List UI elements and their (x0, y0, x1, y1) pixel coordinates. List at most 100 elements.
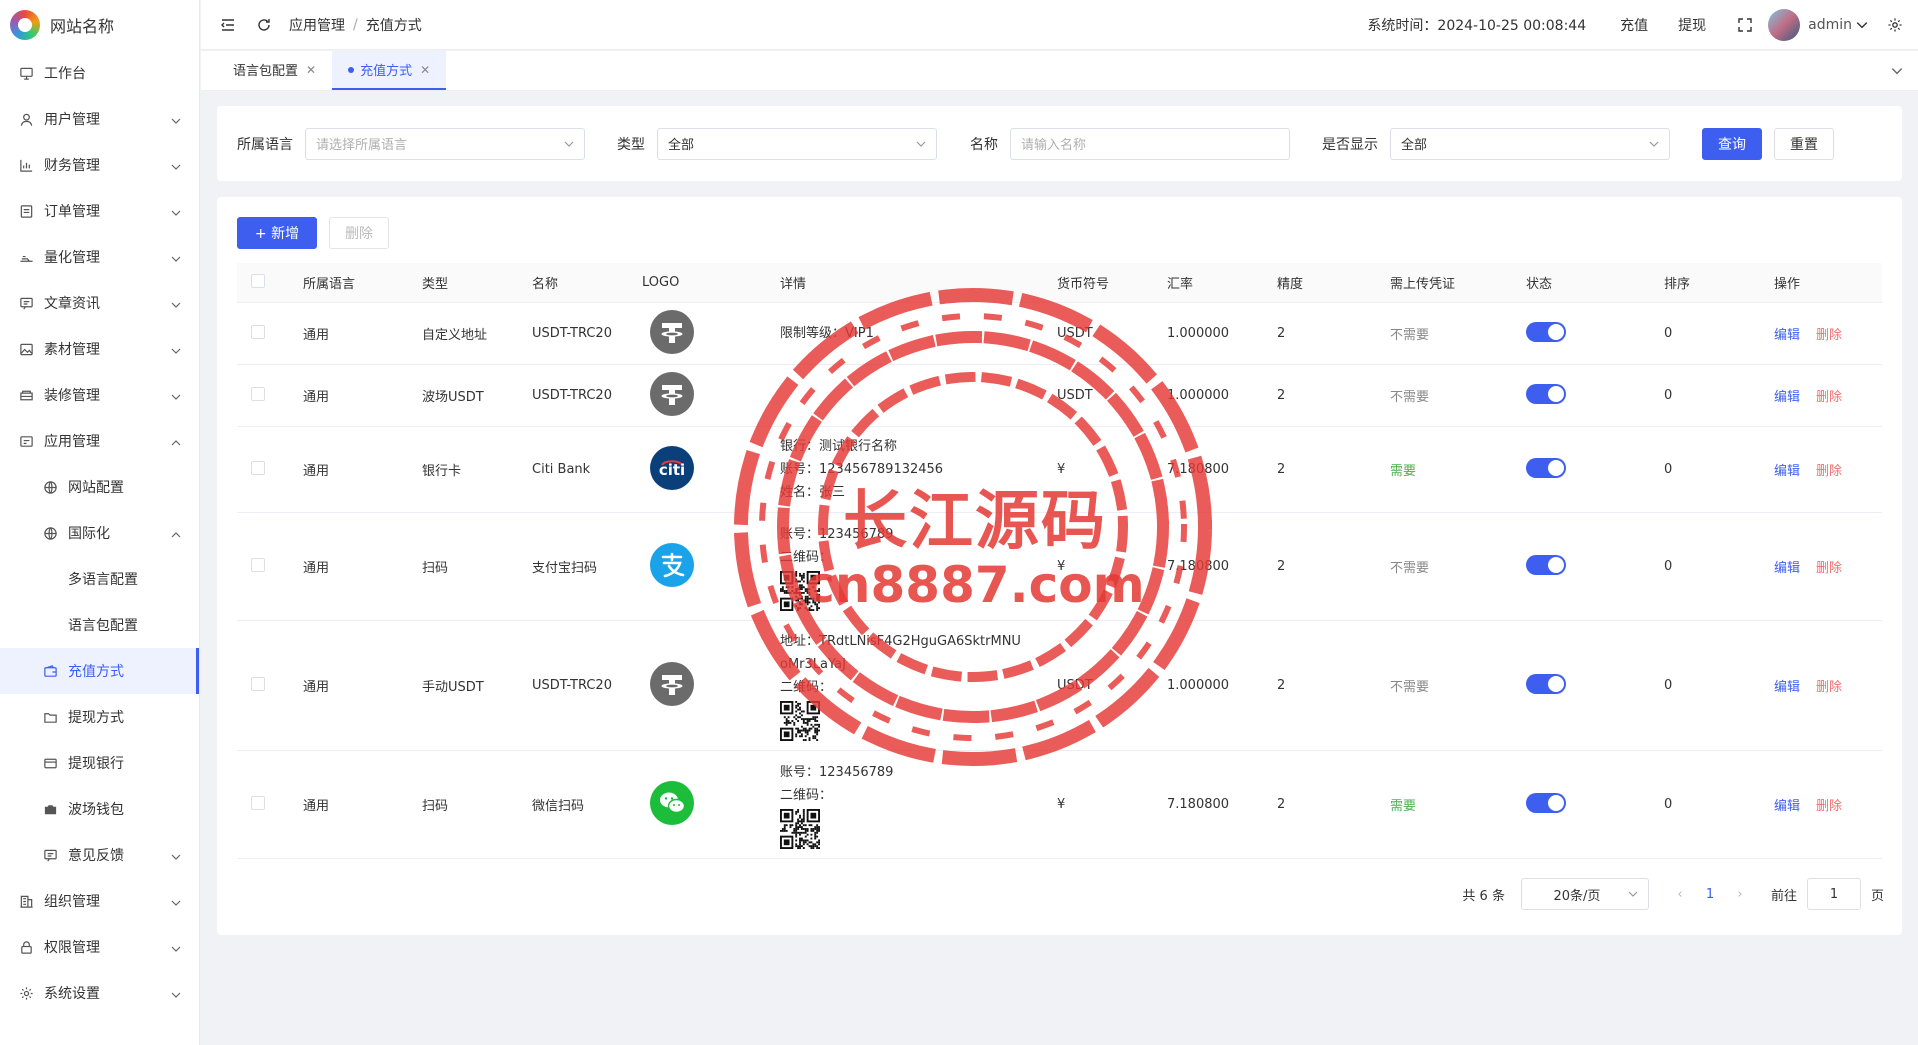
sidebar-item[interactable]: 权限管理 (0, 924, 199, 970)
select-all-checkbox[interactable] (251, 273, 265, 288)
cell-type: 波场USDT (422, 390, 484, 405)
cell-rate: 1.000000 (1167, 678, 1230, 693)
menu-toggle-icon[interactable] (219, 16, 237, 34)
sidebar-item[interactable]: 用户管理 (0, 96, 199, 142)
name-input[interactable]: 请输入名称 (1010, 127, 1290, 160)
status-toggle[interactable] (1526, 554, 1566, 575)
row-checkbox[interactable] (251, 460, 265, 475)
close-icon[interactable]: ✕ (420, 63, 430, 77)
column-header: 状态 (1526, 277, 1553, 292)
page-size-select[interactable]: 20条/页 (1520, 878, 1649, 910)
status-toggle[interactable] (1526, 792, 1566, 813)
delete-row-button[interactable]: 删除 (1816, 390, 1842, 405)
row-checkbox[interactable] (251, 324, 265, 339)
status-toggle[interactable] (1526, 457, 1566, 478)
fullscreen-icon[interactable] (1736, 16, 1754, 34)
lock-icon (18, 939, 34, 955)
user-name[interactable]: admin (1808, 17, 1852, 33)
delete-row-button[interactable]: 删除 (1816, 328, 1842, 343)
withdraw-link[interactable]: 提现 (1678, 15, 1706, 35)
edit-button[interactable]: 编辑 (1774, 680, 1800, 695)
recharge-link[interactable]: 充值 (1620, 15, 1648, 35)
sidebar-item-label: 系统设置 (44, 986, 100, 1002)
edit-button[interactable]: 编辑 (1774, 464, 1800, 479)
chevron-down-icon (171, 390, 181, 400)
type-select[interactable]: 全部 (657, 127, 937, 160)
chevron-down-icon[interactable] (1890, 64, 1904, 78)
sidebar-item[interactable]: 多语言配置 (0, 556, 199, 602)
sidebar-item[interactable]: 国际化 (0, 510, 199, 556)
system-time-label: 系统时间： (1367, 17, 1438, 34)
query-button[interactable]: 查询 (1702, 127, 1762, 160)
sidebar-item[interactable]: 提现银行 (0, 740, 199, 786)
edit-button[interactable]: 编辑 (1774, 390, 1800, 405)
sidebar-item[interactable]: 语言包配置 (0, 602, 199, 648)
delete-button[interactable]: 删除 (329, 217, 389, 249)
goto-page-input[interactable]: 1 (1806, 878, 1861, 910)
name-label: 名称 (970, 136, 998, 153)
sidebar-item[interactable]: 提现方式 (0, 694, 199, 740)
sidebar-item-label: 文章资讯 (44, 296, 100, 312)
sidebar-item-label: 提现银行 (68, 756, 124, 772)
delete-row-button[interactable]: 删除 (1816, 464, 1842, 479)
next-page-icon[interactable]: › (1725, 887, 1755, 902)
cell-logo (642, 661, 780, 711)
tab-language-pack[interactable]: 语言包配置 ✕ (217, 51, 332, 90)
tab-recharge-method[interactable]: 充值方式 ✕ (332, 51, 447, 90)
cell-logo (642, 542, 780, 592)
gear-icon (18, 985, 34, 1001)
sidebar-menu: 工作台 用户管理 财务管理 订单管理 量化管理文章资讯素材管理 装修管理 应用管理 网站配置国… (0, 50, 199, 1016)
reset-button[interactable]: 重置 (1774, 127, 1834, 160)
delete-row-button[interactable]: 删除 (1816, 799, 1842, 814)
system-time: 系统时间：2024-10-25 00:08:44 (1367, 15, 1586, 35)
row-checkbox[interactable] (251, 386, 265, 401)
chevron-up-icon (171, 436, 181, 446)
sidebar-item[interactable]: 应用管理 (0, 418, 199, 464)
search-panel: 所属语言 请选择所属语言 类型 全部 名称 请输入名称 是否显示 全部 查询 重… (217, 106, 1902, 181)
app-icon (18, 433, 34, 449)
sidebar-item[interactable]: 意见反馈 (0, 832, 199, 878)
tether-icon (649, 309, 695, 355)
sidebar-item[interactable]: 装修管理 (0, 372, 199, 418)
row-checkbox[interactable] (251, 795, 265, 810)
delete-row-button[interactable]: 删除 (1816, 680, 1842, 695)
gear-icon[interactable] (1886, 16, 1904, 34)
sidebar-item[interactable]: 充值方式 (0, 648, 199, 694)
refresh-icon[interactable] (255, 16, 273, 34)
sidebar-item[interactable]: 网站配置 (0, 464, 199, 510)
show-select[interactable]: 全部 (1390, 127, 1670, 160)
column-header: 货币符号 (1057, 277, 1110, 292)
edit-button[interactable]: 编辑 (1774, 328, 1800, 343)
row-checkbox[interactable] (251, 676, 265, 691)
status-toggle[interactable] (1526, 321, 1566, 342)
sidebar-item[interactable]: 系统设置 (0, 970, 199, 1016)
site-logo[interactable]: 网站名称 (0, 0, 199, 50)
lang-select[interactable]: 请选择所属语言 (305, 127, 585, 160)
sidebar-item[interactable]: 组织管理 (0, 878, 199, 924)
sidebar-item[interactable]: 波场钱包 (0, 786, 199, 832)
sidebar-item[interactable]: 订单管理 (0, 188, 199, 234)
box-icon (18, 387, 34, 403)
page-number[interactable]: 1 (1695, 887, 1725, 902)
avatar[interactable] (1768, 8, 1801, 41)
chevron-down-icon[interactable] (1856, 16, 1868, 34)
status-toggle[interactable] (1526, 673, 1566, 694)
alipay-icon (649, 542, 695, 588)
close-icon[interactable]: ✕ (306, 63, 316, 77)
edit-button[interactable]: 编辑 (1774, 561, 1800, 576)
edit-button[interactable]: 编辑 (1774, 799, 1800, 814)
sidebar-item[interactable]: 文章资讯 (0, 280, 199, 326)
row-checkbox[interactable] (251, 557, 265, 572)
status-toggle[interactable] (1526, 383, 1566, 404)
prev-page-icon[interactable]: ‹ (1665, 887, 1695, 902)
breadcrumb-item[interactable]: 应用管理 (289, 15, 345, 35)
delete-row-button[interactable]: 删除 (1816, 561, 1842, 576)
cell-type: 手动USDT (422, 680, 484, 695)
sidebar-item[interactable]: 工作台 (0, 50, 199, 96)
add-button[interactable]: + 新增 (237, 217, 317, 249)
sidebar-item[interactable]: 素材管理 (0, 326, 199, 372)
sidebar-item[interactable]: 财务管理 (0, 142, 199, 188)
sidebar-item[interactable]: 量化管理 (0, 234, 199, 280)
table-body: 通用 自定义地址 USDT-TRC20 限制等级：VIP1 USDT 1.000000 2 不… (237, 303, 1882, 859)
column-header: 详情 (780, 277, 807, 292)
